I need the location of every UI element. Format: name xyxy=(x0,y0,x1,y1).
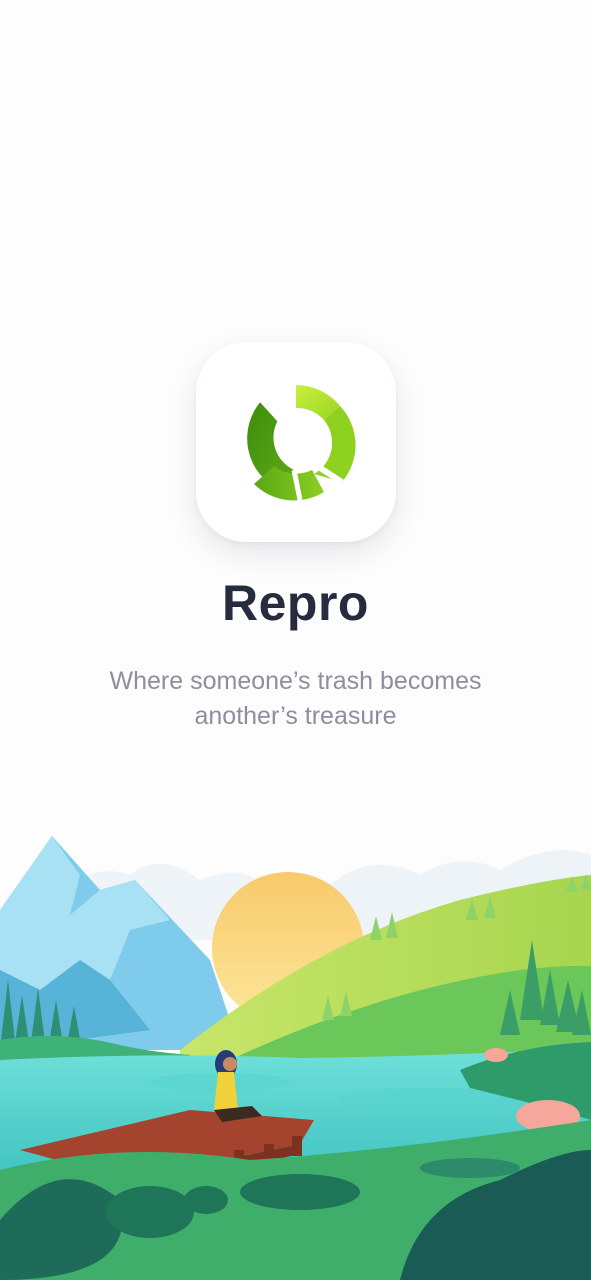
app-title: Repro xyxy=(222,575,369,631)
recycle-arrows-icon xyxy=(247,385,356,501)
lake-landscape-illustration xyxy=(0,836,591,1280)
app-logo xyxy=(196,342,396,542)
app-tagline: Where someone’s trash becomes another’s … xyxy=(109,667,482,730)
splash-screen: Repro Where someone’s trash becomes anot… xyxy=(0,0,591,1280)
